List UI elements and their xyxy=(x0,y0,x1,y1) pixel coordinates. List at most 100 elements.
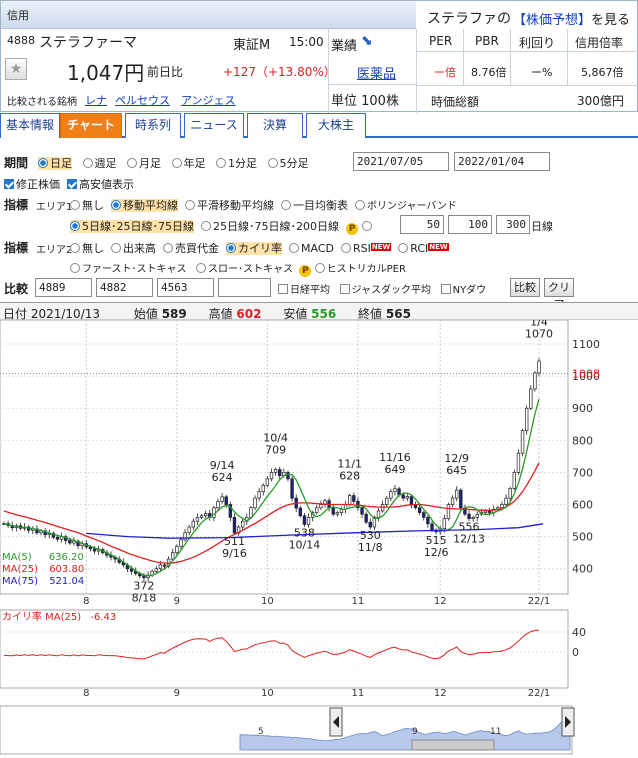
tab-bar: 基本情報 チャート 時系列 ニュース 決算 大株主 xyxy=(0,112,638,138)
ma-custom-3[interactable]: 300 xyxy=(496,215,530,234)
candle-body xyxy=(269,472,274,480)
a2-hist-per[interactable]: ヒストリカルPER xyxy=(314,263,406,275)
candle-body xyxy=(442,518,447,529)
compare-link-3[interactable]: アンジェス xyxy=(181,92,236,108)
gyoseki-arrow-icon[interactable]: ⬊ xyxy=(361,33,373,49)
unit: 単位 100株 xyxy=(331,94,399,109)
period-daily[interactable]: 日足 xyxy=(38,157,72,170)
period-5min[interactable]: 5分足 xyxy=(267,157,309,170)
margin-value: 5,867倍 xyxy=(581,66,624,79)
star-icon[interactable]: ★ xyxy=(5,58,27,80)
x-tick-label: 10 xyxy=(261,596,274,607)
x-tick-label: 11 xyxy=(352,596,365,607)
ma-custom-1[interactable]: 50 xyxy=(400,215,444,234)
tab-timeseries[interactable]: 時系列 xyxy=(125,113,181,138)
gyoseki-label: 業績 xyxy=(331,39,358,54)
x-tick-label-sub: 22/1 xyxy=(528,688,550,699)
candle-body xyxy=(385,497,389,505)
compare-link-1[interactable]: レナ xyxy=(85,92,107,108)
compare-code-3[interactable]: 4563 xyxy=(157,278,214,297)
period-label: 期間 xyxy=(4,156,29,170)
cmp-jasdaq[interactable]: ジャスダック平均 xyxy=(339,284,431,296)
a2-turnover[interactable]: 売買代金 xyxy=(163,242,219,255)
adjust-row: 修正株価 高安値表示 xyxy=(4,176,134,192)
candle-body xyxy=(426,517,430,525)
ma-day-label: 日線 xyxy=(531,220,553,233)
clear-button[interactable]: クリア xyxy=(544,278,574,311)
candle-body xyxy=(446,504,451,520)
sector-link[interactable]: 医薬品 xyxy=(357,63,396,82)
a2-kairi[interactable]: カイリ率 xyxy=(226,242,282,255)
highlow-checkbox[interactable]: 高安値表示 xyxy=(67,178,134,191)
tab-earnings[interactable]: 決算 xyxy=(247,113,303,138)
candle-body xyxy=(397,488,401,496)
cmp-nikkei[interactable]: 日経平均 xyxy=(278,284,330,296)
x-tick-label: 9 xyxy=(174,596,180,607)
date-from-input[interactable]: 2021/07/05 xyxy=(353,152,449,171)
period-weekly[interactable]: 週足 xyxy=(82,157,117,170)
mcap-value: 300億円 xyxy=(577,94,624,108)
a2-fast-stoch[interactable]: ファースト･ストキャス xyxy=(70,263,187,275)
candle-body xyxy=(253,497,257,509)
a2-rsi[interactable]: RSINEW xyxy=(340,242,392,255)
annotation-sub: 12/6 xyxy=(424,546,449,559)
candle-body xyxy=(68,540,72,544)
candle-body xyxy=(175,545,179,554)
a1-smooth-ma[interactable]: 平滑移動平均線 xyxy=(185,199,274,212)
candle-body xyxy=(455,489,459,499)
tab-chart[interactable]: チャート xyxy=(60,113,122,138)
ohlc-date: 2021/10/13 xyxy=(30,307,101,321)
ma-set-row: 5日線･25日線･75日線 25日線･75日線･200日線 P xyxy=(70,218,374,235)
candle-body xyxy=(450,497,455,505)
ma-set-1[interactable]: 5日線･25日線･75日線 xyxy=(70,220,194,233)
y-tick-label: 900 xyxy=(572,402,593,415)
candle-body xyxy=(261,484,265,493)
navigator-scrollbar[interactable] xyxy=(411,739,495,751)
a1-none[interactable]: 無し xyxy=(70,199,104,212)
kairi-tick-40: 40 xyxy=(572,626,586,639)
ohlc-open-label: 始値 xyxy=(133,307,158,321)
candle-body xyxy=(158,564,163,570)
a1-ichimoku[interactable]: 一目均衡表 xyxy=(281,199,348,212)
annotation-sub: 9/16 xyxy=(222,547,247,560)
pbr-value: 8.76倍 xyxy=(471,66,507,79)
chart-area[interactable]: 889910101111121222/122/11100100090080070… xyxy=(0,320,638,758)
navigator-tick: 9 xyxy=(412,727,418,737)
period-monthly[interactable]: 月足 xyxy=(127,157,161,170)
adjust-checkbox[interactable]: 修正株価 xyxy=(4,178,60,191)
date-to-input[interactable]: 2022/01/04 xyxy=(454,152,550,171)
a2-none[interactable]: 無し xyxy=(70,242,104,255)
ma-set-2[interactable]: 25日線･75日線･200日線 xyxy=(201,220,339,233)
per-label: PER xyxy=(429,34,453,48)
compare-code-4[interactable] xyxy=(218,278,271,297)
period-yearly[interactable]: 年足 xyxy=(171,157,206,170)
y-tick-label: 700 xyxy=(572,466,593,479)
per-value: ー倍 xyxy=(434,66,456,79)
compare-link-2[interactable]: ペルセウス xyxy=(115,92,170,108)
a2-rci[interactable]: RCINEW xyxy=(398,242,449,255)
candle-body xyxy=(409,496,414,505)
area2-options-2: ファースト･ストキャス スロー･ストキャス P ヒストリカルPER xyxy=(70,260,406,277)
forecast-link[interactable]: 【株価予想】 xyxy=(513,9,591,28)
ma-custom-radio[interactable] xyxy=(361,221,372,231)
a2-slow-stoch[interactable]: スロー･ストキャス xyxy=(196,263,293,275)
change-label: 前日比 xyxy=(147,65,184,79)
ma-custom-2[interactable]: 100 xyxy=(448,215,492,234)
candle-body xyxy=(475,513,479,518)
compare-code-2[interactable]: 4882 xyxy=(96,278,153,297)
period-row: 期間 xyxy=(4,154,28,171)
compare-code-1[interactable]: 4889 xyxy=(35,278,92,297)
y-tick-label: 800 xyxy=(572,434,593,447)
annotation-sub: 11/8 xyxy=(358,541,383,554)
tab-basic[interactable]: 基本情報 xyxy=(0,113,60,138)
tab-shareholders[interactable]: 大株主 xyxy=(306,113,366,138)
a1-ma[interactable]: 移動平均線 xyxy=(111,199,178,212)
period-1min[interactable]: 1分足 xyxy=(216,157,257,170)
tab-news[interactable]: ニュース xyxy=(184,113,244,138)
a1-bollinger[interactable]: ボリンジャーバンド xyxy=(355,200,457,212)
a2-macd[interactable]: MACD xyxy=(289,242,334,255)
cmp-nydow[interactable]: NYダウ xyxy=(440,284,486,296)
compare-button[interactable]: 比較 xyxy=(510,278,540,297)
a2-volume[interactable]: 出来高 xyxy=(111,242,156,255)
candle-body xyxy=(298,507,302,517)
